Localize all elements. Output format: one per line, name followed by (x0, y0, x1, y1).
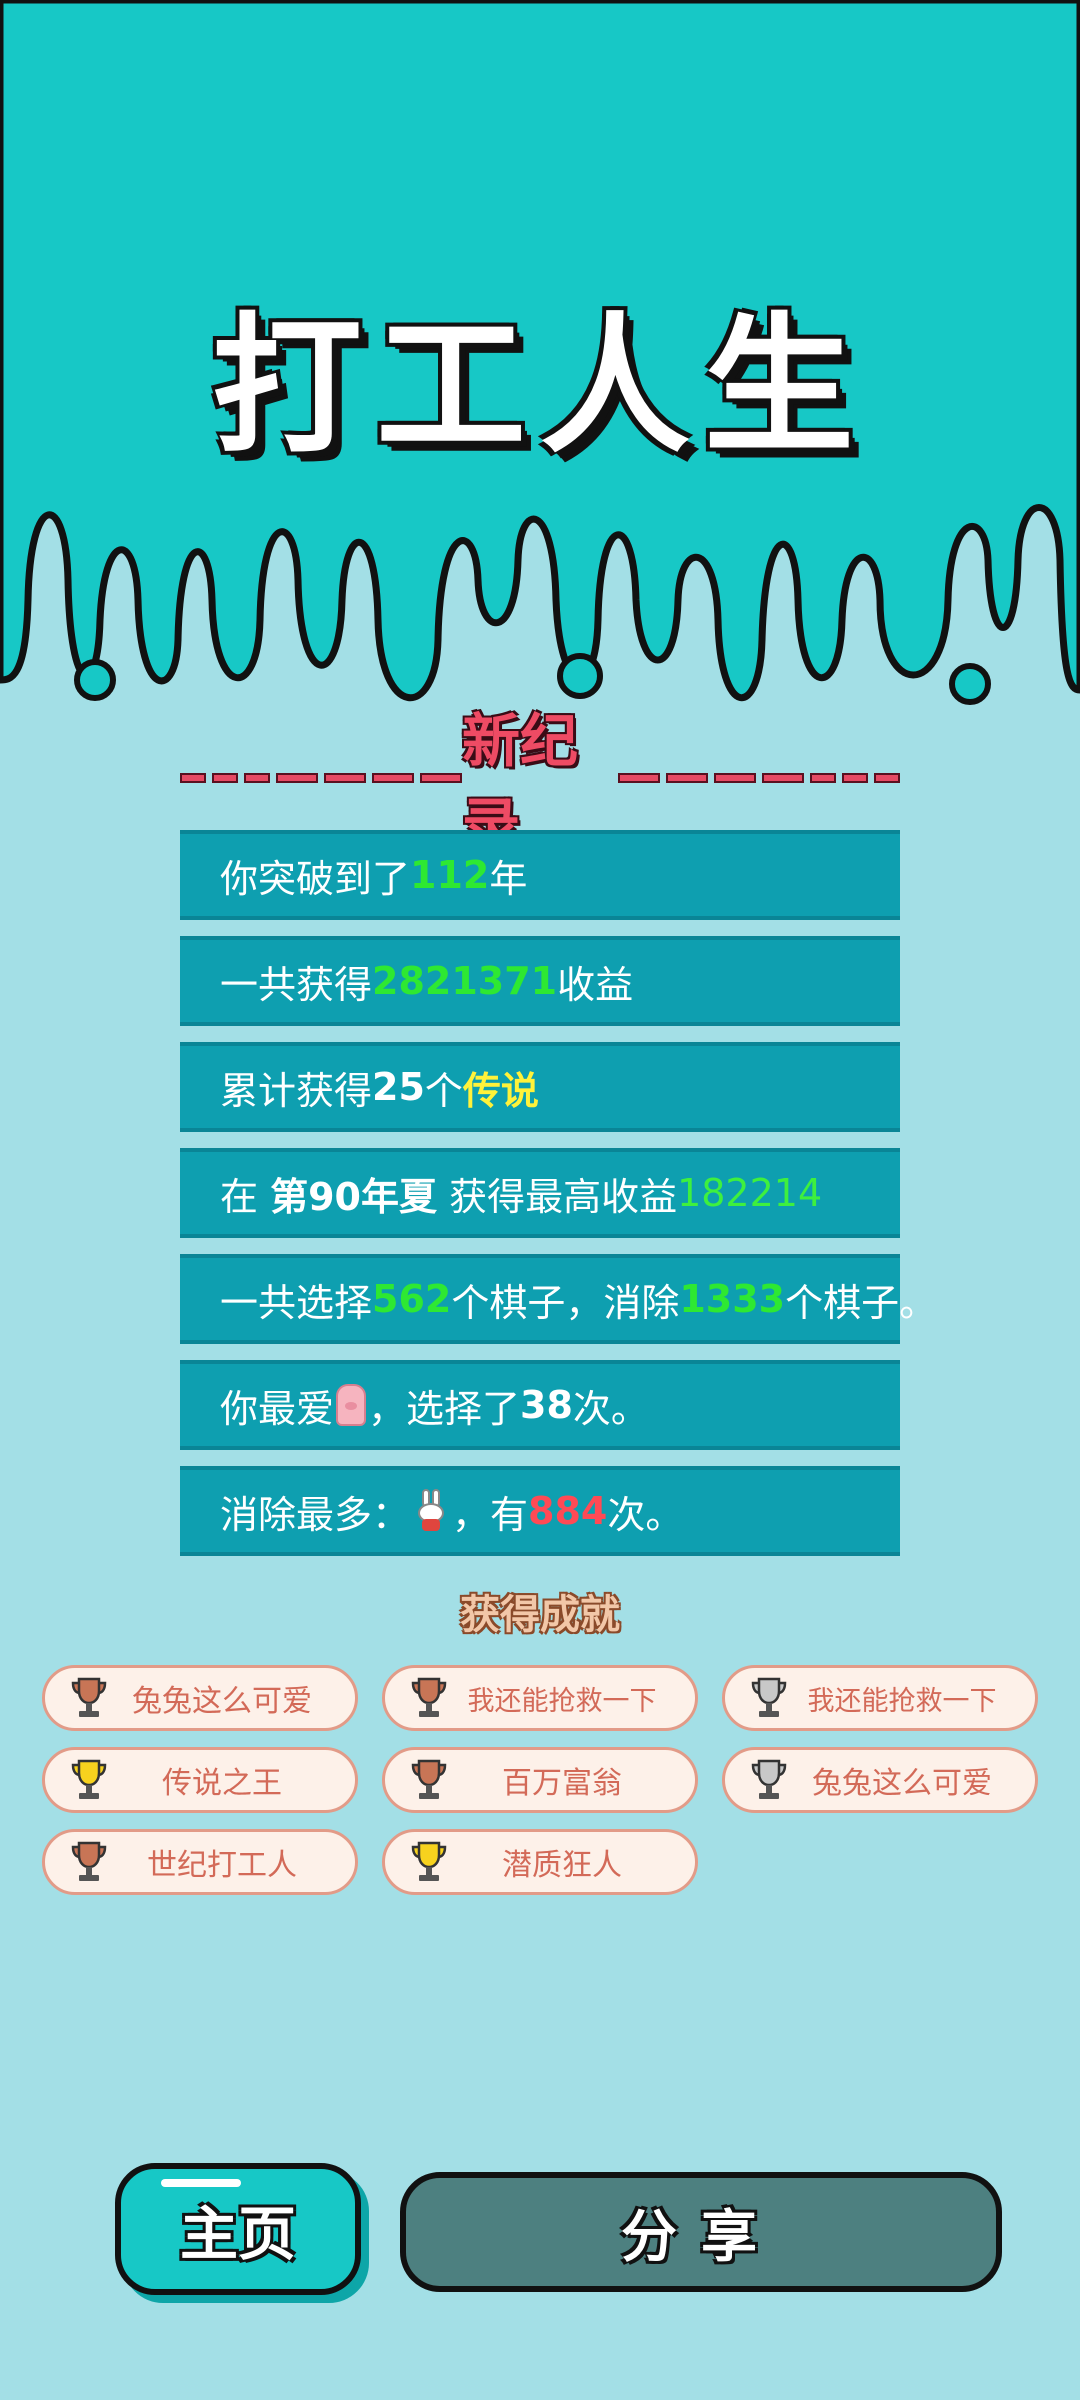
stat-text: 消除最多： (220, 1492, 411, 1537)
achievement-badge[interactable]: 我还能抢救一下 (722, 1665, 1038, 1731)
stat-text: ，有 (452, 1492, 529, 1537)
stat-text: ，选择了 (368, 1386, 521, 1431)
stat-text: 你最爱 (220, 1386, 335, 1431)
achievement-label: 兔兔这么可爱 (812, 1766, 992, 1801)
trophy-icon (411, 1677, 447, 1717)
new-record-header: 新纪录 (180, 707, 900, 859)
trophy-icon (751, 1759, 787, 1799)
achievement-badge[interactable]: 兔兔这么可爱 (722, 1747, 1038, 1813)
stat-text: 一共选择 (220, 1280, 373, 1325)
pig-icon (336, 1384, 367, 1426)
stat-value: 112 (410, 853, 490, 897)
stat-text: 收益 (557, 962, 634, 1007)
stat-text: 次。 (572, 1386, 649, 1431)
trophy-icon (71, 1677, 107, 1717)
stat-best-season: 在 第90年夏 获得最高收益 182214 (180, 1148, 900, 1238)
achievements-title: 获得成就 (460, 1592, 620, 1638)
achievement-label: 传说之王 (162, 1766, 282, 1801)
stat-most-eliminated: 消除最多： ，有 884 次。 (180, 1466, 900, 1556)
drip-droplet (557, 653, 603, 699)
achievement-badge[interactable]: 百万富翁 (382, 1747, 698, 1813)
stat-text: 个棋子。 (785, 1280, 938, 1325)
stat-total-income: 一共获得 2821371 收益 (180, 936, 900, 1026)
trophy-icon (411, 1841, 447, 1881)
stat-value: 562 (372, 1277, 452, 1321)
stat-text: 获得最高收益 (436, 1174, 678, 1219)
trophy-icon (71, 1759, 107, 1799)
record-divider-right (618, 772, 900, 783)
achievement-badge[interactable]: 兔兔这么可爱 (42, 1665, 358, 1731)
stat-value: 25 (372, 1065, 425, 1109)
stat-text: 个 (424, 1068, 463, 1113)
achievements-grid: 兔兔这么可爱 我还能抢救一下 我还能抢救一下 传说之王 百万富翁 兔兔这么可爱 … (42, 1665, 1042, 1895)
trophy-icon (751, 1677, 787, 1717)
trophy-icon (411, 1759, 447, 1799)
home-button[interactable]: 主页 (115, 2163, 361, 2295)
achievement-label: 世纪打工人 (147, 1848, 297, 1883)
stat-text: 个棋子，消除 (451, 1280, 680, 1325)
achievement-badge[interactable]: 潜质狂人 (382, 1829, 698, 1895)
stat-favorite: 你最爱 ，选择了 38 次。 (180, 1360, 900, 1450)
stat-value: 1333 (679, 1277, 786, 1321)
stat-value: 182214 (677, 1171, 823, 1215)
stats-list: 你突破到了 112 年 一共获得 2821371 收益 累计获得 25 个传说 在 第90年… (180, 830, 937, 1572)
achievement-badge[interactable]: 传说之王 (42, 1747, 358, 1813)
stat-pieces: 一共选择 562 个棋子，消除 1333 个棋子。 (180, 1254, 937, 1344)
share-button[interactable]: 分享 (400, 2172, 1002, 2292)
trophy-icon (71, 1841, 107, 1881)
achievement-badge[interactable]: 我还能抢救一下 (382, 1665, 698, 1731)
stat-text: 一共获得 (220, 962, 373, 1007)
drip-droplet (949, 663, 991, 705)
stat-text: 在 (220, 1174, 271, 1219)
drip-droplet (74, 659, 116, 701)
stat-value: 38 (520, 1383, 573, 1427)
achievement-label: 百万富翁 (502, 1766, 622, 1801)
stat-value: 2821371 (372, 959, 558, 1003)
stat-text: 累计获得 (220, 1068, 373, 1113)
stat-text: 年 (489, 856, 528, 901)
stat-season: 第90年夏 (270, 1174, 437, 1219)
stat-text: 你突破到了 (220, 856, 411, 901)
stat-years-reached: 你突破到了 112 年 (180, 830, 900, 920)
stat-tier: 传说 (462, 1068, 539, 1113)
achievement-label: 我还能抢救一下 (807, 1685, 997, 1717)
achievement-badge[interactable]: 世纪打工人 (42, 1829, 358, 1895)
game-title: 打工人生 (211, 300, 868, 474)
stat-legend-count: 累计获得 25 个传说 (180, 1042, 900, 1132)
stat-value: 884 (528, 1489, 608, 1533)
achievement-label: 我还能抢救一下 (467, 1685, 657, 1717)
stat-text: 次。 (607, 1492, 684, 1537)
record-divider-left (180, 772, 462, 783)
achievement-label: 兔兔这么可爱 (132, 1684, 312, 1719)
achievement-label: 潜质狂人 (502, 1848, 622, 1883)
rabbit-icon (414, 1489, 448, 1533)
